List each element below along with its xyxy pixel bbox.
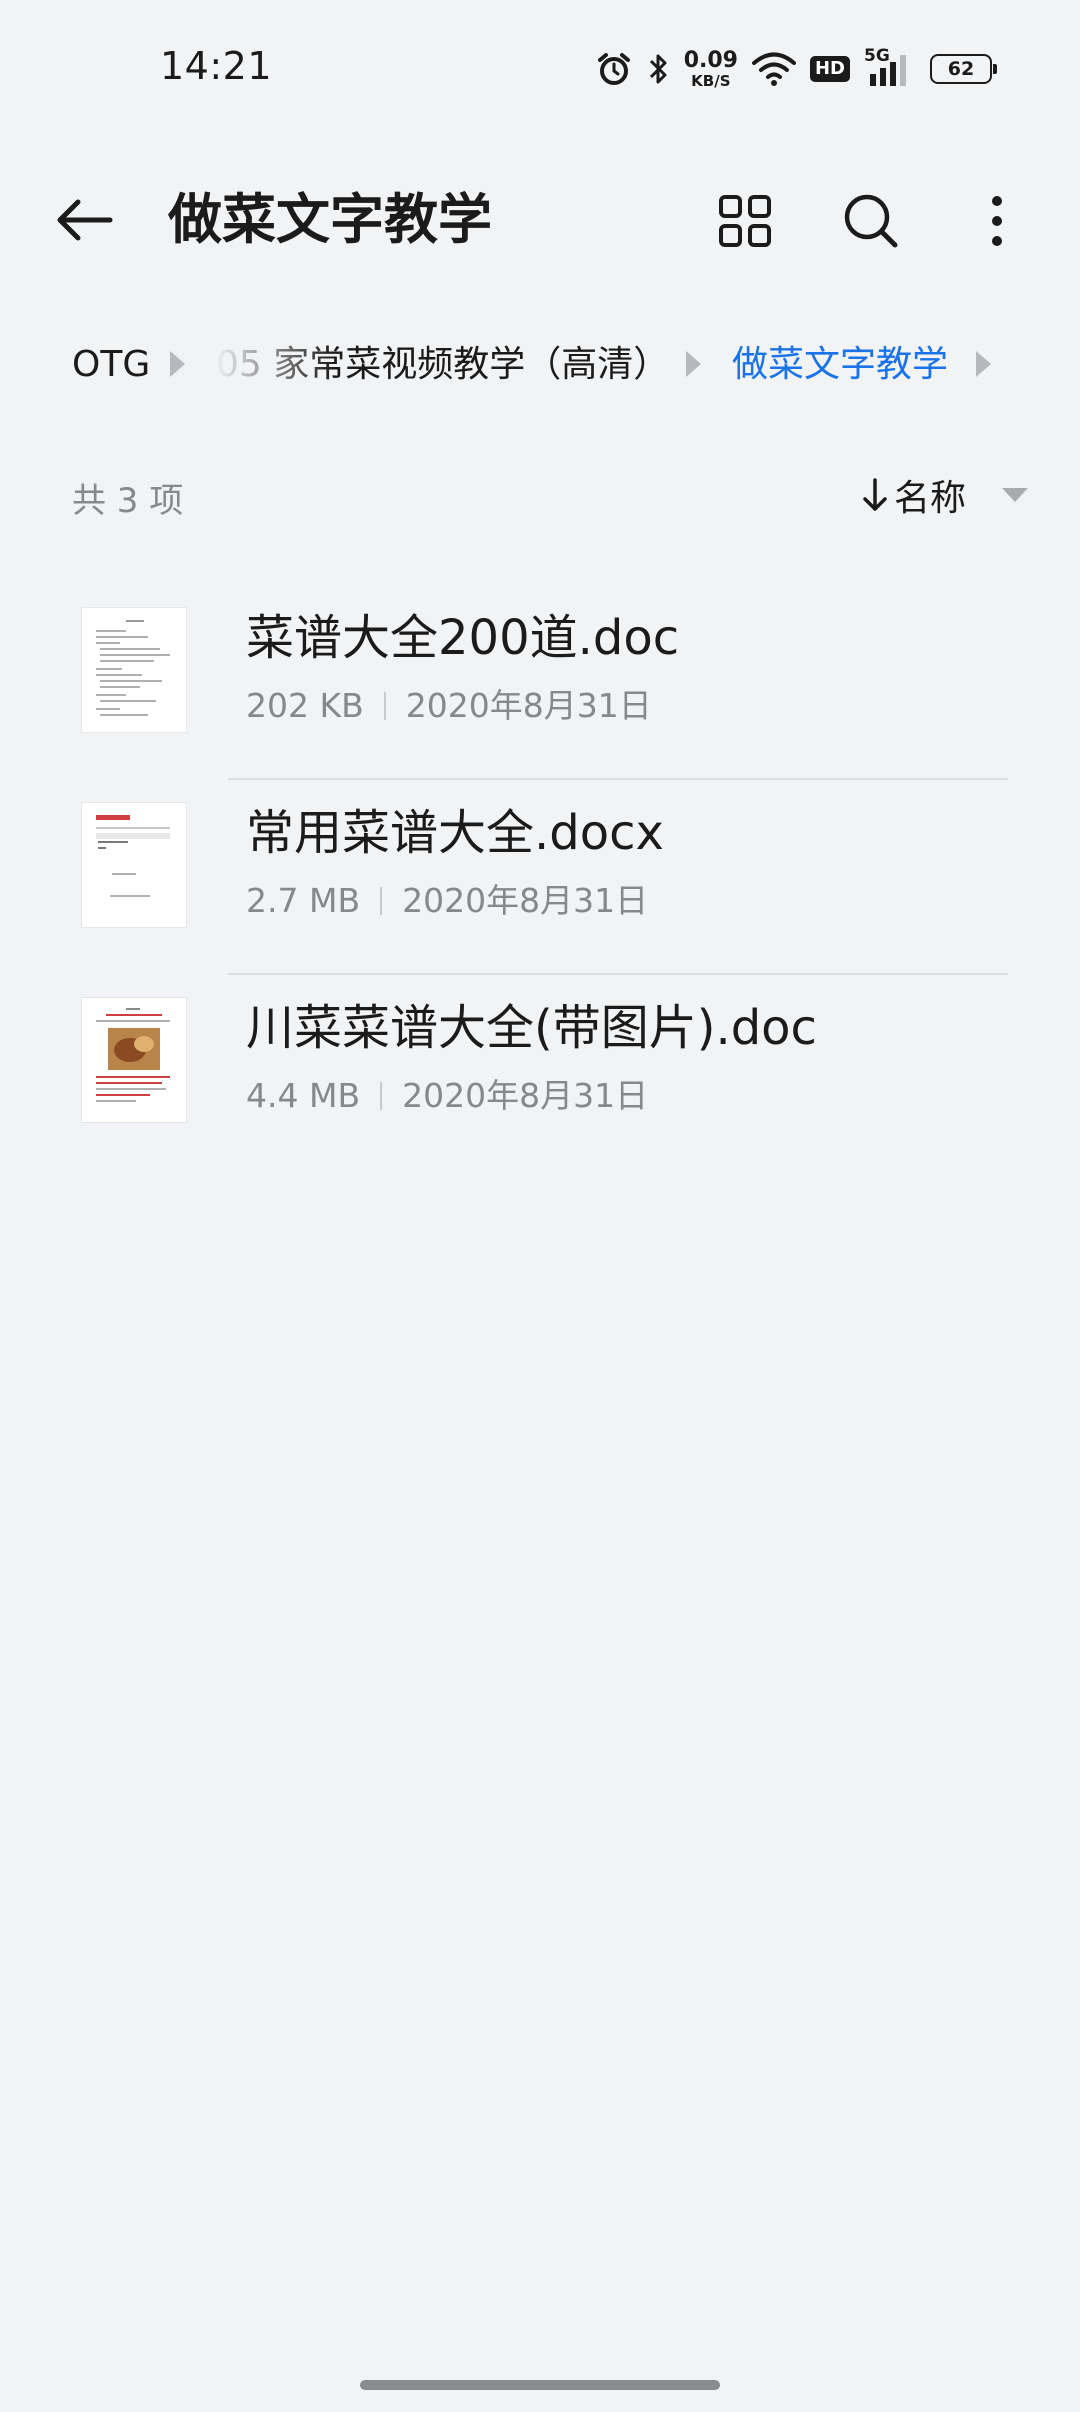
document-thumbnail bbox=[82, 608, 186, 732]
file-name: 常用菜谱大全.docx bbox=[246, 805, 664, 861]
breadcrumb-item-otg[interactable]: OTG bbox=[72, 338, 150, 392]
document-thumbnail bbox=[82, 803, 186, 927]
doc-preview-icon bbox=[96, 1008, 170, 1102]
file-row[interactable]: 菜谱大全200道.doc 202 KB 2020年8月31日 bbox=[0, 585, 1080, 780]
breadcrumb-separator-icon bbox=[686, 351, 701, 377]
file-meta: 202 KB 2020年8月31日 bbox=[246, 685, 652, 727]
breadcrumb-item-folder[interactable]: 05 家常菜视频教学（高清） bbox=[216, 338, 669, 392]
alarm-icon bbox=[596, 51, 632, 87]
grid-view-icon bbox=[719, 195, 771, 247]
status-icons: 0.09 KB/S HD 5G 62 bbox=[596, 46, 997, 92]
document-thumbnail bbox=[82, 998, 186, 1122]
meta-divider bbox=[383, 692, 386, 720]
status-time: 14:21 bbox=[160, 44, 273, 88]
network-speed-unit: KB/S bbox=[691, 71, 731, 90]
sort-button[interactable]: 名称 bbox=[862, 467, 1030, 523]
file-date: 2020年8月31日 bbox=[405, 686, 652, 725]
file-name: 菜谱大全200道.doc bbox=[246, 610, 680, 666]
meta-divider bbox=[380, 887, 383, 915]
sort-label: 名称 bbox=[893, 478, 966, 519]
hd-badge: HD bbox=[809, 56, 850, 82]
file-date: 2020年8月31日 bbox=[402, 881, 649, 920]
bluetooth-icon bbox=[646, 51, 670, 87]
file-date: 2020年8月31日 bbox=[402, 1076, 649, 1115]
breadcrumb-separator-icon bbox=[170, 351, 185, 377]
battery-level: 62 bbox=[947, 58, 975, 80]
breadcrumb: OTG 05 家常菜视频教学（高清） 做菜文字教学 bbox=[0, 330, 1080, 400]
page-title: 做菜文字教学 bbox=[168, 188, 492, 251]
doc-preview-icon bbox=[96, 620, 170, 716]
network-type-label: 5G bbox=[864, 46, 890, 66]
grid-view-button[interactable] bbox=[710, 186, 780, 256]
search-icon bbox=[844, 194, 898, 248]
file-name: 川菜菜谱大全(带图片).doc bbox=[246, 1000, 817, 1056]
battery-indicator: 62 bbox=[930, 54, 997, 84]
network-speed-value: 0.09 bbox=[683, 47, 738, 73]
sort-down-arrow-icon bbox=[863, 478, 887, 511]
file-row[interactable]: 常用菜谱大全.docx 2.7 MB 2020年8月31日 bbox=[0, 780, 1080, 975]
app-bar: 做菜文字教学 bbox=[0, 170, 1080, 270]
doc-preview-icon bbox=[96, 815, 170, 897]
meta-divider bbox=[380, 1082, 383, 1110]
file-meta: 2.7 MB 2020年8月31日 bbox=[246, 880, 648, 922]
file-size: 202 KB bbox=[246, 686, 364, 725]
list-header: 共 3 项 名称 bbox=[0, 465, 1080, 525]
file-list: 菜谱大全200道.doc 202 KB 2020年8月31日 常用菜谱大全.do… bbox=[0, 585, 1080, 1170]
home-indicator[interactable] bbox=[360, 2380, 720, 2390]
back-button[interactable] bbox=[44, 188, 124, 252]
file-size: 4.4 MB bbox=[246, 1076, 361, 1115]
item-count: 共 3 项 bbox=[72, 481, 184, 521]
file-size: 2.7 MB bbox=[246, 881, 361, 920]
sort-dropdown-icon bbox=[1002, 488, 1028, 502]
signal-icon: 5G bbox=[864, 46, 910, 86]
breadcrumb-separator-icon bbox=[976, 351, 991, 377]
file-row[interactable]: 川菜菜谱大全(带图片).doc 4.4 MB 2020年8月31日 bbox=[0, 975, 1080, 1170]
breadcrumb-item-current[interactable]: 做菜文字教学 bbox=[732, 338, 948, 392]
back-arrow-icon bbox=[57, 199, 113, 241]
wifi-icon bbox=[751, 52, 796, 86]
status-bar: 14:21 0.09 KB/S HD 5G 62 bbox=[0, 0, 1080, 135]
search-button[interactable] bbox=[836, 186, 906, 256]
more-options-button[interactable] bbox=[962, 186, 1032, 256]
more-vert-icon bbox=[992, 196, 1002, 246]
network-speed: 0.09 KB/S bbox=[683, 47, 738, 90]
file-meta: 4.4 MB 2020年8月31日 bbox=[246, 1075, 648, 1117]
